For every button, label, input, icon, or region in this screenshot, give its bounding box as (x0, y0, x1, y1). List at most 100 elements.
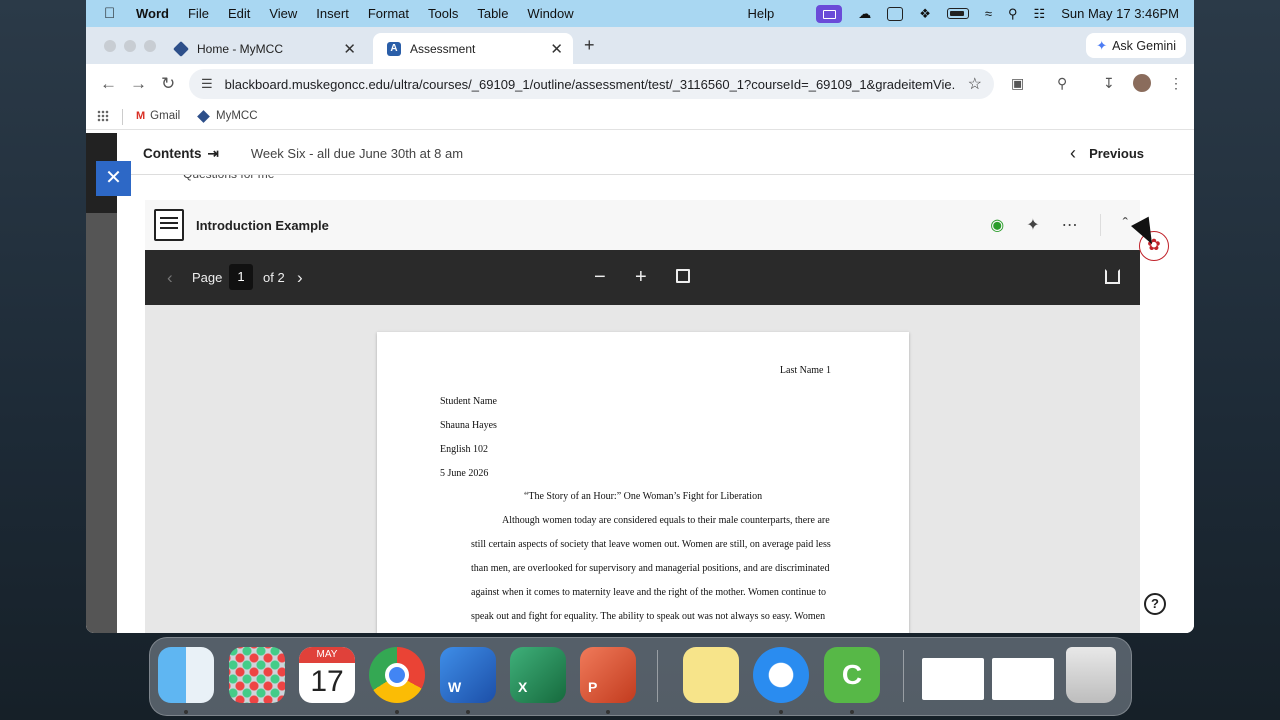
menu-format[interactable]: Format (368, 6, 409, 21)
calendar-icon[interactable]: MAY 17 (299, 647, 355, 703)
menu-window[interactable]: Window (527, 6, 573, 21)
back-arrow-icon[interactable]: ← (100, 74, 117, 94)
chrome-menu-icon[interactable]: ⋮ (1169, 75, 1183, 92)
minimized-window-thumbnail[interactable] (992, 658, 1054, 700)
dock-divider (903, 650, 904, 702)
menu-edit[interactable]: Edit (228, 6, 250, 21)
finder-icon[interactable] (158, 647, 214, 703)
running-indicator (395, 710, 399, 714)
more-options-icon[interactable]: ⋯ (1062, 215, 1078, 235)
contents-toggle[interactable]: Contents ⇥ (143, 146, 219, 162)
zoom-out-icon[interactable]: − (594, 266, 606, 289)
close-panel-button[interactable]: ✕ (96, 161, 131, 196)
window-icon[interactable] (887, 6, 904, 21)
new-tab-plus-icon[interactable]: + (584, 35, 595, 56)
body-line: speak out and fight for equality. The ab… (471, 611, 826, 622)
zoom-in-icon[interactable]: + (635, 266, 647, 289)
calendar-month: MAY (299, 647, 355, 663)
expand-arrow-icon: ⇥ (207, 145, 219, 161)
running-indicator (779, 710, 783, 714)
creative-cloud-icon[interactable]: ☁ (858, 6, 871, 22)
prev-page-chevron-icon[interactable]: ‹ (167, 268, 173, 288)
sync-status-icon[interactable]: ◉ (990, 215, 1004, 235)
browser-window: Home - MyMCC ✕ A Assessment ✕ + ✦ Ask Ge… (86, 27, 1194, 633)
bookmark-label: MyMCC (216, 110, 258, 122)
tab-search-icon[interactable]: ⚲ (1057, 75, 1067, 92)
ask-gemini-button[interactable]: ✦ Ask Gemini (1086, 33, 1186, 58)
url-text[interactable]: blackboard.muskegoncc.edu/ultra/courses/… (225, 77, 955, 92)
ppt-letter: P (588, 679, 598, 695)
bookmarks-bar: M Gmail MyMCC (86, 104, 1194, 130)
trash-icon[interactable] (1066, 647, 1116, 703)
menu-table[interactable]: Table (477, 6, 508, 21)
contents-label: Contents (143, 145, 202, 161)
reload-icon[interactable]: ↻ (161, 74, 175, 94)
notes-icon[interactable] (683, 647, 739, 703)
mymcc-icon (197, 109, 210, 123)
bookmark-star-icon[interactable]: ☆ (968, 74, 982, 94)
excel-icon[interactable]: X (510, 647, 566, 703)
menu-file[interactable]: File (188, 6, 209, 21)
bookmark-gmail[interactable]: M Gmail (136, 110, 180, 122)
forward-arrow-icon[interactable]: → (130, 74, 147, 94)
close-tab-icon[interactable]: ✕ (550, 40, 563, 58)
launchpad-icon[interactable] (229, 647, 285, 703)
profile-avatar[interactable] (1133, 74, 1151, 92)
apple-menu-icon[interactable]:  (104, 5, 122, 22)
camtasia-icon[interactable]: C (824, 647, 880, 703)
safari-icon[interactable] (753, 647, 809, 703)
running-indicator (606, 710, 610, 714)
meta-line: Shauna Hayes (440, 420, 497, 431)
download-document-icon[interactable] (1105, 269, 1120, 284)
ask-gemini-label: Ask Gemini (1112, 38, 1176, 53)
ai-assist-icon[interactable]: ✦ (1026, 215, 1039, 235)
download-icon[interactable]: ↧ (1103, 75, 1115, 92)
actions-divider (1099, 214, 1101, 236)
word-icon[interactable]: W (440, 647, 496, 703)
control-center-icon[interactable]: ☷ (1034, 6, 1046, 22)
menu-clock[interactable]: Sun May 17 3:46PM (1061, 6, 1179, 21)
blackboard-favicon-icon: A (387, 41, 401, 56)
pdf-viewer-area[interactable]: Last Name 1 Student Name Shauna Hayes En… (145, 305, 1140, 633)
minimize-window-button[interactable] (124, 40, 136, 52)
close-tab-icon[interactable]: ✕ (343, 40, 356, 58)
tab-home-mymcc[interactable]: Home - MyMCC ✕ (160, 33, 366, 64)
macos-dock: MAY 17 W X P C (149, 637, 1132, 716)
extensions-puzzle-icon[interactable]: ▣ (1011, 75, 1024, 92)
apps-grid-icon[interactable] (97, 110, 109, 122)
minimized-window-thumbnail[interactable] (922, 658, 984, 700)
menu-insert[interactable]: Insert (316, 6, 349, 21)
bookmark-mymcc[interactable]: MyMCC (197, 109, 258, 123)
site-info-icon[interactable]: ☰ (201, 76, 213, 92)
calendar-day: 17 (310, 665, 344, 698)
excel-letter: X (518, 679, 528, 695)
tab-assessment[interactable]: A Assessment ✕ (373, 33, 573, 64)
page-number-input[interactable]: 1 (229, 264, 253, 290)
help-question-icon[interactable]: ? (1144, 593, 1166, 615)
powerpoint-icon[interactable]: P (580, 647, 636, 703)
menu-tools[interactable]: Tools (428, 6, 458, 21)
meta-line: 5 June 2026 (440, 468, 489, 479)
chevron-left-icon[interactable]: ‹ (1070, 143, 1076, 164)
fullscreen-icon[interactable] (676, 269, 690, 283)
menu-app-word[interactable]: Word (136, 6, 169, 21)
page-header-text: Last Name 1 (779, 365, 831, 376)
battery-icon[interactable] (946, 8, 969, 19)
page-count-label: of 2 (263, 270, 285, 285)
previous-button[interactable]: Previous (1089, 146, 1144, 161)
screen-share-icon[interactable] (816, 4, 843, 23)
search-icon[interactable]: ⚲ (1008, 6, 1018, 22)
airdrop-icon[interactable]: ❖ (919, 6, 931, 22)
collapse-chevron-up-icon[interactable]: ˆ (1123, 216, 1128, 234)
wifi-icon[interactable]: ≈ (985, 6, 992, 21)
tab-label: Home - MyMCC (197, 41, 283, 56)
next-page-chevron-icon[interactable]: › (297, 268, 303, 288)
chrome-icon[interactable] (369, 647, 425, 703)
zoom-window-button[interactable] (144, 40, 156, 52)
pdf-viewer-toolbar: ‹ Page 1 of 2 › − + (145, 250, 1140, 305)
address-bar[interactable]: ☰ blackboard.muskegoncc.edu/ultra/course… (189, 69, 994, 99)
menu-view[interactable]: View (269, 6, 297, 21)
running-indicator (466, 710, 470, 714)
close-window-button[interactable] (104, 40, 116, 52)
menu-help[interactable]: Help (747, 6, 774, 21)
